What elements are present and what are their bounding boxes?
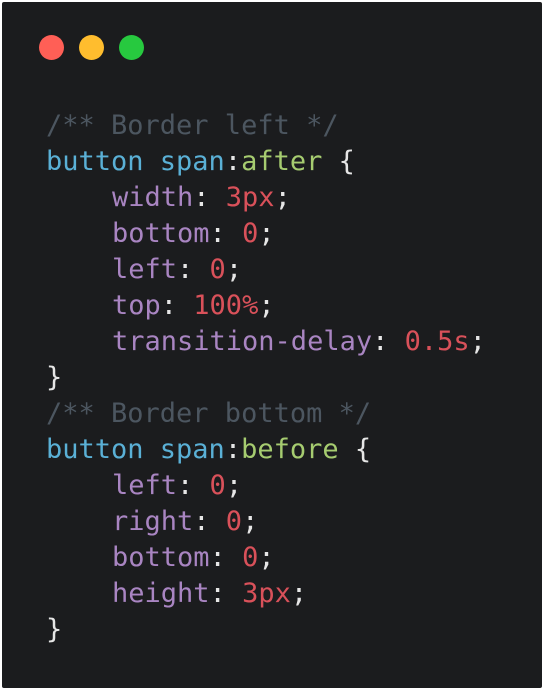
code-declaration: left: 0; — [112, 470, 243, 501]
code-comment: /** Border left */ — [46, 110, 339, 141]
close-dot-icon[interactable] — [39, 35, 64, 60]
code-declaration: bottom: 0; — [112, 542, 275, 573]
code-declaration: bottom: 0; — [112, 218, 275, 249]
code-declaration: width: 3px; — [112, 182, 291, 213]
code-declaration: height: 3px; — [112, 578, 308, 609]
zoom-dot-icon[interactable] — [119, 35, 144, 60]
pseudo-element: before — [241, 434, 339, 465]
minimize-dot-icon[interactable] — [79, 35, 104, 60]
code-declaration: top: 100%; — [112, 290, 275, 321]
code-declaration: left: 0; — [112, 254, 243, 285]
code-declaration: transition-delay: 0.5s; — [112, 326, 486, 357]
code-rule-close: } — [46, 614, 63, 645]
code-rule-close: } — [46, 362, 63, 393]
code-declaration: right: 0; — [112, 506, 259, 537]
selector: button span — [46, 146, 225, 177]
code-block: /** Border left */ button span:after { wid… — [46, 108, 486, 648]
code-window: /** Border left */ button span:after { wid… — [2, 2, 542, 688]
code-rule-header: button span:before { — [46, 434, 372, 465]
code-rule-header: button span:after { — [46, 146, 355, 177]
code-comment: /** Border bottom */ — [46, 398, 372, 429]
pseudo-element: after — [241, 146, 323, 177]
selector: button span — [46, 434, 225, 465]
